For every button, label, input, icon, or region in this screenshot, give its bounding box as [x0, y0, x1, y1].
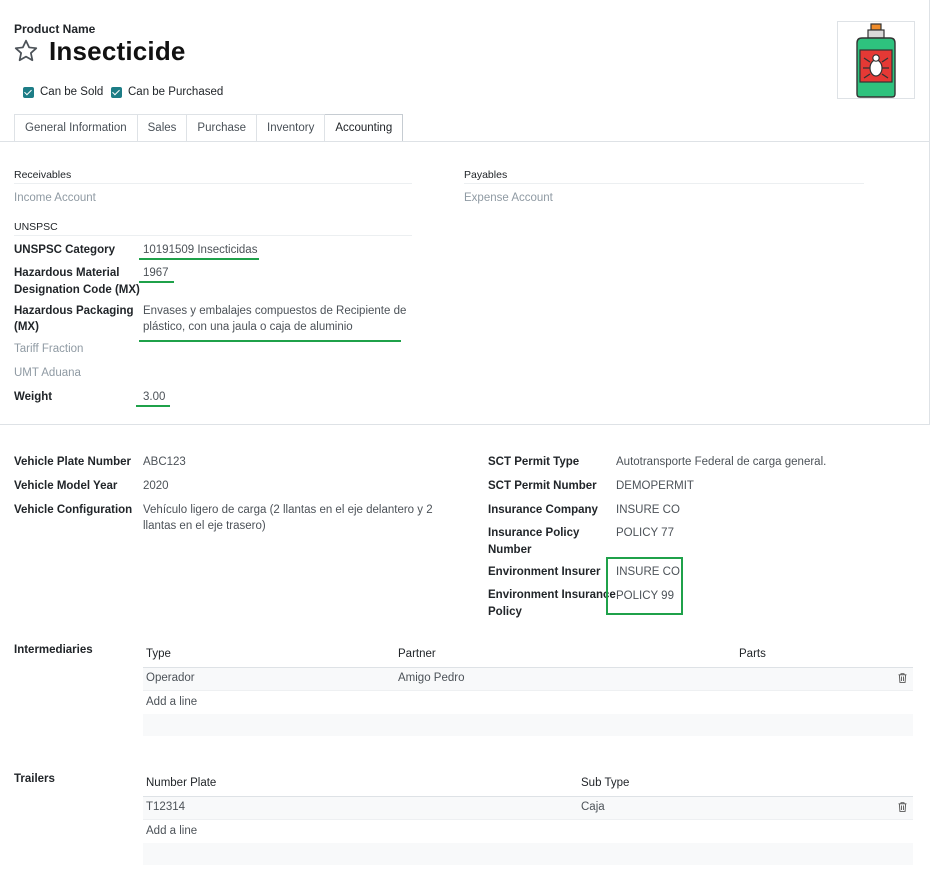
sct-permit-type-label: SCT Permit Type	[488, 456, 580, 468]
umt-aduana-label: UMT Aduana	[14, 367, 81, 379]
hazardous-code-label-line1: Hazardous Material	[14, 267, 120, 279]
vehicle-form-section: Vehicle Plate Number ABC123 Vehicle Mode…	[0, 426, 933, 869]
payables-heading: Payables	[464, 169, 508, 181]
table-row-divider	[143, 690, 913, 691]
can-be-sold-label: Can be Sold	[40, 86, 104, 98]
vehicle-config-field-line1[interactable]: Vehículo ligero de carga (2 llantas en e…	[143, 502, 433, 519]
trailer-plate-cell[interactable]: T12314	[146, 801, 185, 813]
environment-policy-label-line1: Environment Insurance	[488, 589, 616, 601]
tab-purchase[interactable]: Purchase	[187, 114, 258, 142]
product-image[interactable]	[837, 21, 915, 99]
hazardous-packaging-label-line1: Hazardous Packaging	[14, 305, 134, 317]
hazardous-packaging-field-line2[interactable]: plástico, con una jaula o caja de alumin…	[143, 319, 353, 336]
tab-general-information[interactable]: General Information	[14, 114, 138, 142]
trash-icon[interactable]	[898, 802, 907, 812]
expense-account-label: Expense Account	[464, 192, 553, 204]
trailers-add-line-link[interactable]: Add a line	[146, 825, 197, 837]
trailers-col-number-plate[interactable]: Number Plate	[146, 777, 216, 789]
section-divider	[464, 183, 864, 184]
product-name-label: Product Name	[14, 22, 96, 36]
intermediaries-label: Intermediaries	[14, 644, 93, 656]
vehicle-plate-field[interactable]: ABC123	[143, 454, 186, 471]
environment-policy-label-line2: Policy	[488, 606, 522, 618]
highlight-underline	[136, 405, 170, 407]
vehicle-model-year-field[interactable]: 2020	[143, 478, 169, 495]
tab-accounting[interactable]: Accounting	[325, 114, 404, 142]
section-divider	[14, 235, 412, 236]
unspsc-category-label: UNSPSC Category	[14, 244, 115, 256]
checkbox-checked-icon[interactable]	[111, 86, 122, 98]
insurance-policy-label-line2: Number	[488, 544, 532, 556]
hazardous-packaging-field-line1[interactable]: Envases y embalajes compuestos de Recipi…	[143, 303, 406, 320]
sct-permit-number-label: SCT Permit Number	[488, 480, 597, 492]
tabs-divider	[0, 141, 930, 142]
intermediaries-col-type[interactable]: Type	[146, 648, 171, 660]
intermediary-type-cell[interactable]: Operador	[146, 672, 195, 684]
intermediaries-col-parts[interactable]: Parts	[739, 648, 766, 660]
intermediaries-col-partner[interactable]: Partner	[398, 648, 436, 660]
highlight-underline	[139, 340, 401, 342]
tab-inventory[interactable]: Inventory	[257, 114, 326, 142]
trailers-label: Trailers	[14, 773, 55, 785]
table-row[interactable]	[143, 797, 913, 819]
insecticide-spray-icon	[856, 23, 896, 98]
insurance-policy-field[interactable]: POLICY 77	[616, 525, 674, 542]
trailer-subtype-cell[interactable]: Caja	[581, 801, 605, 813]
receivables-heading: Receivables	[14, 169, 72, 181]
highlight-underline	[139, 281, 174, 283]
weight-field[interactable]: 3.00	[143, 389, 165, 406]
vehicle-plate-label: Vehicle Plate Number	[14, 456, 131, 468]
sct-permit-number-field[interactable]: DEMOPERMIT	[616, 478, 694, 495]
vehicle-config-field-line2[interactable]: llantas en el eje trasero)	[143, 518, 266, 535]
insurance-company-field[interactable]: INSURE CO	[616, 502, 680, 519]
vehicle-model-year-label: Vehicle Model Year	[14, 480, 118, 492]
can-be-purchased-label: Can be Purchased	[128, 86, 224, 98]
table-row-divider	[143, 819, 913, 820]
table-empty-row	[143, 843, 913, 865]
hazardous-packaging-label-line2: (MX)	[14, 321, 39, 333]
hazardous-code-label-line2: Designation Code (MX)	[14, 284, 140, 296]
insurance-policy-label-line1: Insurance Policy	[488, 527, 580, 539]
income-account-label: Income Account	[14, 192, 96, 204]
tariff-fraction-label: Tariff Fraction	[14, 343, 84, 355]
vehicle-config-label: Vehicle Configuration	[14, 504, 133, 516]
unspsc-heading: UNSPSC	[14, 221, 58, 233]
intermediaries-add-line-link[interactable]: Add a line	[146, 696, 197, 708]
environment-insurer-label: Environment Insurer	[488, 566, 601, 578]
sct-permit-type-field[interactable]: Autotransporte Federal de carga general.	[616, 454, 826, 471]
table-row[interactable]	[143, 668, 913, 690]
product-title[interactable]: Insecticide	[49, 36, 186, 67]
checkbox-checked-icon[interactable]	[23, 86, 34, 98]
highlight-underline	[139, 258, 259, 260]
intermediary-partner-cell[interactable]: Amigo Pedro	[398, 672, 464, 684]
highlight-box	[606, 557, 683, 615]
hazardous-code-field[interactable]: 1967	[143, 265, 169, 282]
form-tabs: General Information Sales Purchase Inven…	[14, 114, 404, 142]
table-empty-row	[143, 714, 913, 736]
can-be-purchased-checkbox[interactable]: Can be Purchased	[111, 86, 223, 98]
unspsc-category-field[interactable]: 10191509 Insecticidas	[143, 242, 257, 259]
trailers-col-sub-type[interactable]: Sub Type	[581, 777, 629, 789]
section-divider	[14, 183, 412, 184]
tab-sales[interactable]: Sales	[137, 114, 188, 142]
insurance-company-label: Insurance Company	[488, 504, 598, 516]
can-be-sold-checkbox[interactable]: Can be Sold	[23, 86, 103, 98]
weight-label: Weight	[14, 391, 53, 403]
star-icon[interactable]	[13, 38, 39, 64]
product-form-top: Product Name Insecticide Can be Sold Can…	[0, 0, 930, 425]
trash-icon[interactable]	[898, 673, 907, 683]
